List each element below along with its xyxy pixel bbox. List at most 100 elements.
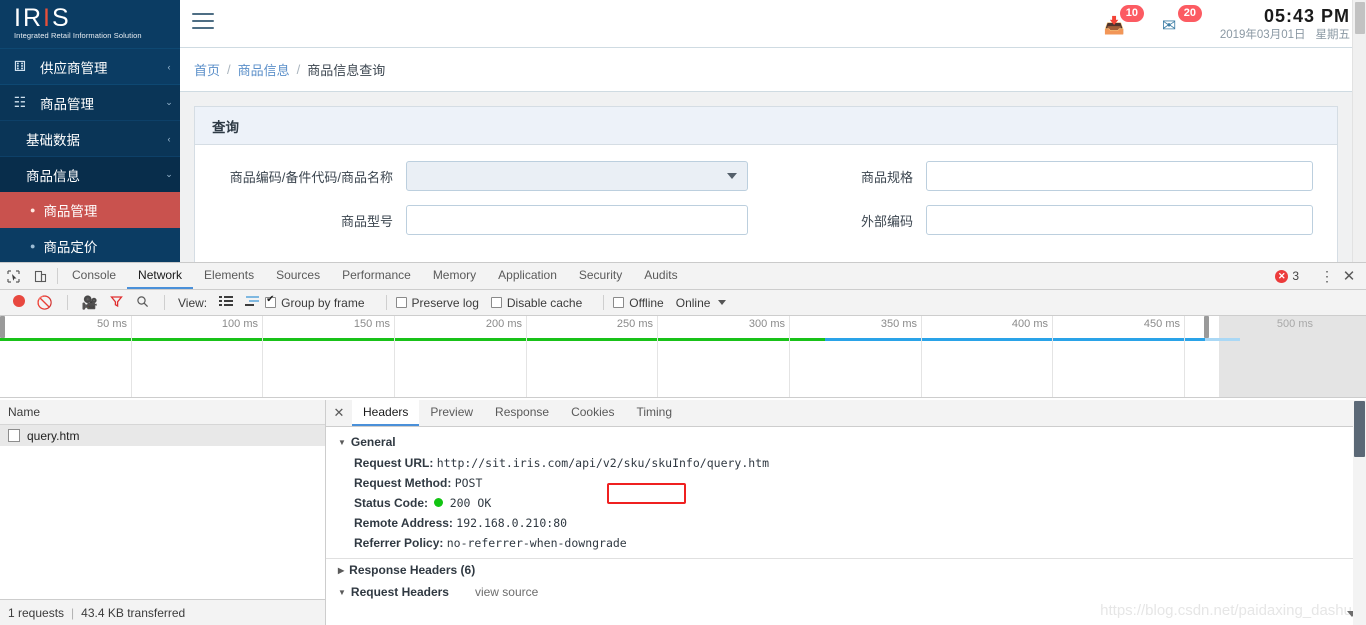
brand-logo: IRIS Integrated Retail Information Solut… xyxy=(0,0,180,48)
table-row[interactable]: query.htm xyxy=(0,425,325,446)
watermark: https://blog.csdn.net/paidaxing_dashu xyxy=(1100,602,1352,619)
detail-scrollbar-thumb[interactable] xyxy=(1354,401,1365,457)
status-code-row: Status Code: 200 OK xyxy=(326,493,1366,513)
topbar-right: 📥 10 ✉ 20 05:43 PM 2019年03月01日 星期五 xyxy=(1098,0,1350,48)
error-icon: ✕ xyxy=(1275,269,1289,283)
disable-cache-checkbox[interactable]: Disable cache xyxy=(490,296,582,310)
tab-elements[interactable]: Elements xyxy=(193,263,265,289)
tab-sources[interactable]: Sources xyxy=(265,263,331,289)
search-icon[interactable] xyxy=(129,295,155,311)
error-count-chip[interactable]: ✕ 3 xyxy=(1275,269,1307,283)
breadcrumb-home[interactable]: 首页 xyxy=(194,60,220,79)
device-toolbar-icon[interactable] xyxy=(27,263,54,289)
detail-tab-timing[interactable]: Timing xyxy=(625,400,683,426)
sidebar-item-basic-data[interactable]: 基础数据 ‹ xyxy=(0,120,180,156)
offline-checkbox[interactable]: Offline xyxy=(613,296,664,310)
breadcrumb-product-info[interactable]: 商品信息 xyxy=(238,60,290,79)
throttling-select[interactable]: Online xyxy=(676,296,727,310)
divider xyxy=(57,268,58,284)
request-method-key: Request Method: xyxy=(354,475,452,490)
sidebar-item-label: 商品管理 xyxy=(40,96,94,112)
page-scrollbar-thumb[interactable] xyxy=(1355,2,1365,34)
external-code-input[interactable] xyxy=(926,205,1313,235)
sidebar-item-label: 商品定价 xyxy=(43,240,98,255)
breadcrumb-separator: / xyxy=(296,62,301,77)
tab-network[interactable]: Network xyxy=(127,263,194,289)
camera-icon[interactable]: 🎥 xyxy=(77,295,103,311)
request-headers-section-header[interactable]: ▼ Request Headers view source xyxy=(326,581,1366,603)
referrer-policy-key: Referrer Policy: xyxy=(354,535,444,550)
form-field-external-code: 外部编码 xyxy=(766,205,1331,235)
requests-list: query.htm xyxy=(0,425,325,599)
sidebar-item-product-management[interactable]: ☷ 商品管理 ⌄ xyxy=(0,84,180,120)
tab-application[interactable]: Application xyxy=(487,263,568,289)
detail-tab-cookies[interactable]: Cookies xyxy=(560,400,625,426)
more-options-icon[interactable]: ⋮ xyxy=(1318,268,1336,285)
brand-tagline: Integrated Retail Information Solution xyxy=(14,31,142,40)
close-icon[interactable]: ✕ xyxy=(1338,267,1360,285)
sidebar-item-supplier-management[interactable]: ⚅ 供应商管理 ‹ xyxy=(0,48,180,84)
requests-pane: Name query.htm 1 requests | 43.4 KB tran… xyxy=(0,400,326,625)
detail-tab-preview[interactable]: Preview xyxy=(419,400,484,426)
group-by-frame-checkbox[interactable]: Group by frame xyxy=(265,294,365,310)
tab-audits[interactable]: Audits xyxy=(633,263,688,289)
clear-icon[interactable]: 🚫 xyxy=(32,295,58,311)
sidebar-item-label: 商品信息 xyxy=(26,168,80,184)
record-icon[interactable] xyxy=(6,295,32,310)
timeline-tick: 200 ms xyxy=(395,316,527,397)
timeline-tick-label: 100 ms xyxy=(221,318,258,330)
checkbox-icon xyxy=(490,297,502,308)
refresh-icon: ⚅ xyxy=(13,58,27,74)
timeline-tick: 250 ms xyxy=(527,316,658,397)
sidebar-item-product-pricing[interactable]: ● 商品定价 xyxy=(0,228,180,262)
breadcrumb-current: 商品信息查询 xyxy=(307,63,386,78)
timeline-tick-label: 400 ms xyxy=(1011,318,1048,330)
inbox-notification[interactable]: 📥 10 xyxy=(1098,0,1156,48)
main-content: 查询 商品编码/备件代码/商品名称 商品规格 商品型号 外部编码 xyxy=(180,92,1352,262)
topbar: 📥 10 ✉ 20 05:43 PM 2019年03月01日 星期五 xyxy=(180,0,1366,48)
product-spec-input[interactable] xyxy=(926,161,1313,191)
detail-tab-response[interactable]: Response xyxy=(484,400,560,426)
view-source-link[interactable]: view source xyxy=(475,585,538,599)
tab-console[interactable]: Console xyxy=(61,263,127,289)
product-model-input[interactable] xyxy=(406,205,748,235)
page-scrollbar[interactable] xyxy=(1352,0,1366,262)
timeline-tick-label: 250 ms xyxy=(616,318,653,330)
triangle-down-icon: ▼ xyxy=(338,587,346,597)
hamburger-icon[interactable] xyxy=(192,13,214,34)
requests-column-header[interactable]: Name xyxy=(0,400,325,425)
devtools-tabbar: Console Network Elements Sources Perform… xyxy=(0,263,1366,290)
inspect-element-icon[interactable] xyxy=(0,263,27,289)
sidebar-item-product-management-active[interactable]: ● 商品管理 xyxy=(0,192,180,228)
sidebar-item-label: 供应商管理 xyxy=(40,60,108,76)
network-overview-timeline[interactable]: 50 ms 100 ms 150 ms 200 ms 250 ms 300 ms… xyxy=(0,316,1366,398)
tab-memory[interactable]: Memory xyxy=(422,263,487,289)
tab-security[interactable]: Security xyxy=(568,263,633,289)
preserve-log-checkbox[interactable]: Preserve log xyxy=(395,295,479,310)
network-toolbar: 🚫 🎥 View: Group by frame xyxy=(0,290,1366,316)
product-model-label: 商品型号 xyxy=(340,213,393,229)
form-field-product-spec: 商品规格 xyxy=(766,161,1331,191)
request-url-prefix: http://sit.iris.com/api/v2/ xyxy=(436,455,624,470)
filter-icon[interactable] xyxy=(103,295,129,311)
list-view-icon[interactable] xyxy=(213,295,239,310)
tab-performance[interactable]: Performance xyxy=(331,263,422,289)
response-headers-section-header[interactable]: ▶ Response Headers (6) xyxy=(326,559,1366,581)
form-field-product-code: 商品编码/备件代码/商品名称 xyxy=(201,161,766,191)
divider xyxy=(385,295,387,310)
request-method-value: POST xyxy=(454,475,483,490)
timeline-tick-label: 350 ms xyxy=(880,318,917,330)
query-card-title: 查询 xyxy=(195,107,1337,145)
request-headers-title: Request Headers xyxy=(350,585,449,599)
preserve-log-label: Preserve log xyxy=(411,295,479,310)
mail-notification[interactable]: ✉ 20 xyxy=(1156,0,1214,48)
waterfall-view-icon[interactable] xyxy=(239,295,265,310)
remote-address-key: Remote Address: xyxy=(354,515,453,530)
general-section-header[interactable]: ▼ General xyxy=(326,431,1366,453)
product-code-select[interactable] xyxy=(406,161,748,191)
close-detail-icon[interactable]: ✕ xyxy=(326,400,352,426)
brand-name: IRIS xyxy=(14,4,71,32)
detail-tab-headers[interactable]: Headers xyxy=(352,400,420,426)
sidebar-item-product-info[interactable]: 商品信息 ⌄ xyxy=(0,156,180,192)
detail-scrollbar[interactable] xyxy=(1353,400,1366,625)
